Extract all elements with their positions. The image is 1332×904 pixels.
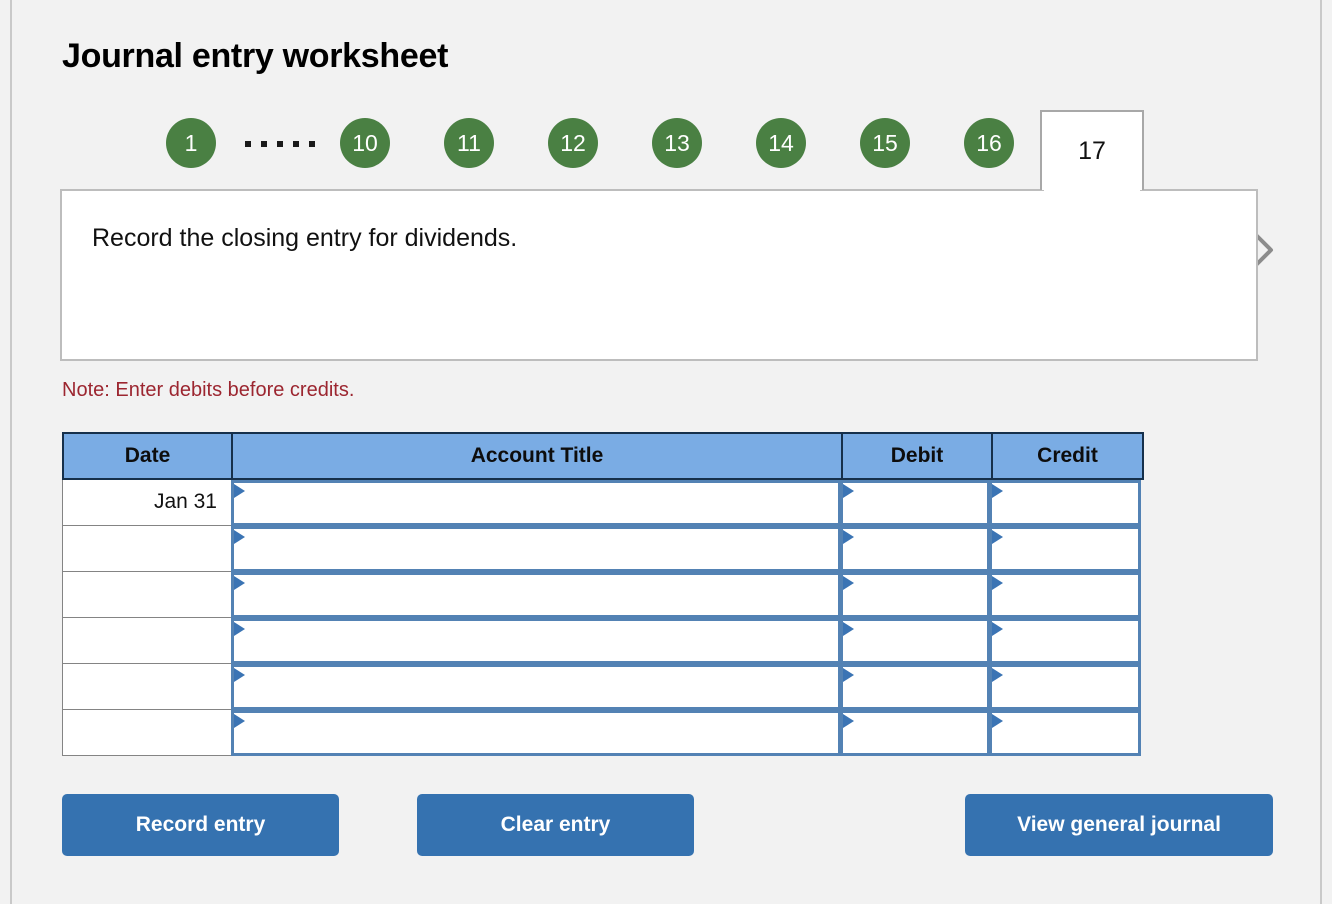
debit-input[interactable]: [840, 710, 990, 756]
instruction-text: Record the closing entry for dividends.: [92, 224, 518, 252]
step-pill-1[interactable]: 1: [166, 118, 216, 168]
clear-entry-button[interactable]: Clear entry: [417, 794, 694, 856]
column-header-debit: Debit: [842, 432, 992, 480]
date-cell[interactable]: [62, 526, 232, 572]
content-area: Journal entry worksheet 1 10 11 12 13 14…: [60, 0, 1290, 904]
date-cell[interactable]: [62, 618, 232, 664]
dropdown-caret-icon: [992, 530, 1003, 544]
credit-input[interactable]: [989, 710, 1141, 756]
table-header-row: Date Account Title Debit Credit: [62, 432, 1144, 480]
credit-input[interactable]: [989, 618, 1141, 664]
table-row: [62, 710, 1144, 756]
debit-input[interactable]: [840, 664, 990, 710]
dropdown-caret-icon: [234, 530, 245, 544]
dropdown-caret-icon: [992, 576, 1003, 590]
pager-ellipsis: [245, 132, 315, 156]
dropdown-caret-icon: [234, 714, 245, 728]
dropdown-caret-icon: [843, 576, 854, 590]
account-title-input[interactable]: [231, 572, 841, 618]
date-cell[interactable]: [62, 572, 232, 618]
dropdown-caret-icon: [234, 622, 245, 636]
table-body: Jan 31: [62, 480, 1144, 756]
dropdown-caret-icon: [234, 576, 245, 590]
dropdown-caret-icon: [234, 668, 245, 682]
step-pill-13[interactable]: 13: [652, 118, 702, 168]
page-title: Journal entry worksheet: [62, 37, 449, 75]
dropdown-caret-icon: [992, 484, 1003, 498]
step-pill-16[interactable]: 16: [964, 118, 1014, 168]
record-entry-button[interactable]: Record entry: [62, 794, 339, 856]
step-pill-14[interactable]: 14: [756, 118, 806, 168]
debit-input[interactable]: [840, 618, 990, 664]
step-pill-15[interactable]: 15: [860, 118, 910, 168]
step-tab-active-17[interactable]: 17: [1040, 110, 1144, 190]
step-pill-11[interactable]: 11: [444, 118, 494, 168]
dropdown-caret-icon: [843, 484, 854, 498]
dropdown-caret-icon: [843, 622, 854, 636]
dropdown-caret-icon: [843, 668, 854, 682]
account-title-input[interactable]: [231, 480, 841, 526]
dropdown-caret-icon: [992, 714, 1003, 728]
journal-entry-table: Date Account Title Debit Credit Jan 31: [62, 432, 1144, 756]
date-cell[interactable]: [62, 664, 232, 710]
debit-input[interactable]: [840, 572, 990, 618]
dropdown-caret-icon: [843, 714, 854, 728]
step-pager: 1 10 11 12 13 14 15 16 17: [60, 110, 1290, 268]
column-header-date: Date: [62, 432, 232, 480]
credit-input[interactable]: [989, 572, 1141, 618]
column-header-credit: Credit: [992, 432, 1144, 480]
table-row: Jan 31: [62, 480, 1144, 526]
table-row: [62, 618, 1144, 664]
account-title-input[interactable]: [231, 526, 841, 572]
date-cell[interactable]: Jan 31: [62, 480, 232, 526]
account-title-input[interactable]: [231, 664, 841, 710]
credit-input[interactable]: [989, 480, 1141, 526]
step-pill-12[interactable]: 12: [548, 118, 598, 168]
tab-panel-joiner: [1044, 187, 1140, 191]
dropdown-caret-icon: [843, 530, 854, 544]
table-row: [62, 664, 1144, 710]
debit-input[interactable]: [840, 480, 990, 526]
debit-input[interactable]: [840, 526, 990, 572]
date-cell[interactable]: [62, 710, 232, 756]
instruction-panel: Record the closing entry for dividends.: [60, 189, 1258, 361]
dropdown-caret-icon: [992, 622, 1003, 636]
step-pill-10[interactable]: 10: [340, 118, 390, 168]
dropdown-caret-icon: [992, 668, 1003, 682]
page-frame: Journal entry worksheet 1 10 11 12 13 14…: [10, 0, 1322, 904]
dropdown-caret-icon: [234, 484, 245, 498]
credit-input[interactable]: [989, 664, 1141, 710]
account-title-input[interactable]: [231, 618, 841, 664]
credit-input[interactable]: [989, 526, 1141, 572]
column-header-account-title: Account Title: [232, 432, 842, 480]
note-text: Note: Enter debits before credits.: [62, 379, 355, 401]
table-row: [62, 572, 1144, 618]
table-row: [62, 526, 1144, 572]
account-title-input[interactable]: [231, 710, 841, 756]
view-general-journal-button[interactable]: View general journal: [965, 794, 1273, 856]
